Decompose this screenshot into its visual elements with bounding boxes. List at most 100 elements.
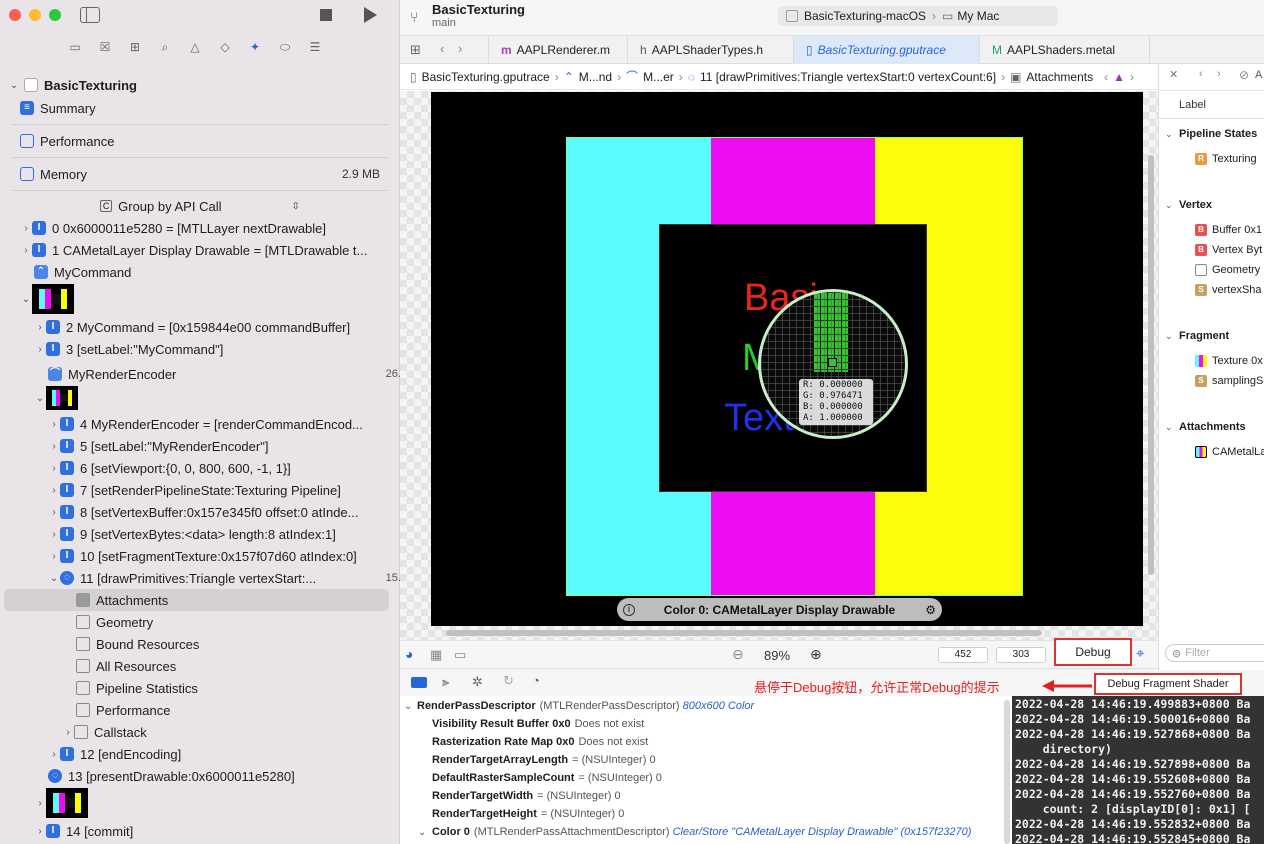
forward-icon[interactable]: ›: [1217, 68, 1221, 80]
api-call-row[interactable]: › I 5 [setLabel:"MyRenderEncoder"]: [48, 435, 448, 457]
console-output[interactable]: 2022-04-28 14:46:19.499883+0800 Ba 2022-…: [1012, 696, 1264, 844]
pipeline-states-group[interactable]: ⌄ Pipeline States: [1165, 125, 1257, 143]
disclosure-open-icon[interactable]: ⌄: [1165, 200, 1179, 211]
api-call-row[interactable]: › I 3 [setLabel:"MyCommand"]: [34, 338, 434, 360]
grid-icon[interactable]: ⊞: [410, 42, 421, 58]
api-call-row[interactable]: › I 12 [endEncoding]: [48, 743, 448, 765]
disclosure-closed-icon[interactable]: ›: [34, 322, 46, 333]
resource-row[interactable]: B Vertex Byt: [1195, 241, 1262, 259]
fragment-group[interactable]: ⌄ Fragment: [1165, 327, 1229, 345]
disclosure-open-icon[interactable]: ⌄: [1165, 331, 1179, 342]
api-call-row[interactable]: › I 14 [commit]: [34, 820, 434, 842]
debug-button[interactable]: Debug: [1054, 638, 1132, 666]
variable-row[interactable]: ⌄ RenderPassDescriptor (MTLRenderPassDescr…: [404, 697, 754, 715]
api-call-row[interactable]: › I 9 [setVertexBytes:<data> length:8 atIn…: [48, 523, 448, 545]
filter-field[interactable]: ⊜ Filter: [1165, 644, 1264, 662]
disclosure-closed-icon[interactable]: ›: [48, 441, 60, 452]
vertical-scrollbar[interactable]: [1148, 155, 1154, 575]
disclosure-closed-icon[interactable]: ›: [48, 529, 60, 540]
resource-row[interactable]: B Buffer 0x1: [1195, 221, 1262, 239]
details-scrollbar[interactable]: [1004, 700, 1010, 844]
variable-row[interactable]: ⌄ Color 0 (MTLRenderPassAttachmentDescript…: [418, 823, 971, 841]
disclosure-open-icon[interactable]: ⌄: [1165, 422, 1179, 433]
depth-icon[interactable]: ▦: [430, 647, 442, 663]
disclosure-closed-icon[interactable]: ›: [20, 223, 32, 234]
stop-icon[interactable]: [320, 9, 332, 21]
render-encoder-row[interactable]: ⌒MyRenderEncoder26.51 µs: [48, 363, 448, 385]
color-palette-icon[interactable]: ◕: [405, 646, 413, 662]
summary-row[interactable]: ≡ Summary: [20, 97, 420, 119]
zoom-window-button[interactable]: [49, 9, 61, 21]
minimize-window-button[interactable]: [29, 9, 41, 21]
run-icon[interactable]: [364, 7, 377, 23]
breadcrumb-item[interactable]: M...nd: [579, 70, 612, 84]
close-icon[interactable]: ✕: [1169, 68, 1178, 81]
attachment-label-pill[interactable]: i Color 0: CAMetalLayer Display Drawable…: [617, 598, 942, 621]
scheme-selector[interactable]: BasicTexturing-macOS › ▭ My Mac: [778, 6, 1058, 26]
performance-row[interactable]: Performance: [20, 130, 420, 152]
reload-icon[interactable]: ↻: [503, 673, 514, 689]
disclosure-closed-icon[interactable]: ›: [34, 798, 46, 809]
api-call-row[interactable]: › I 0 0x6000011e5280 = [MTLLayer nextDrawa…: [20, 217, 420, 239]
issue-icon[interactable]: △: [180, 40, 210, 60]
variable-row[interactable]: RenderTargetWidth = (NSUInteger) 0: [432, 787, 621, 805]
disclosure-closed-icon[interactable]: ›: [48, 507, 60, 518]
api-call-row[interactable]: › I 10 [setFragmentTexture:0x157f07d60 atI…: [48, 545, 448, 567]
api-call-row[interactable]: › I 8 [setVertexBuffer:0x157e345f0 offset:…: [48, 501, 448, 523]
bug-icon[interactable]: ✲: [472, 674, 483, 690]
api-call-row[interactable]: › I 2 MyCommand = [0x159844e00 commandBuff…: [34, 316, 434, 338]
disclosure-closed-icon[interactable]: ›: [48, 463, 60, 474]
tab-aaplrenderer[interactable]: m AAPLRenderer.m: [488, 36, 628, 64]
report-icon[interactable]: ☰: [300, 40, 330, 60]
variable-row[interactable]: DefaultRasterSampleCount = (NSUInteger) 0: [432, 769, 662, 787]
disclosure-open-icon[interactable]: ⌄: [20, 294, 32, 305]
disclosure-closed-icon[interactable]: ›: [48, 485, 60, 496]
symbol-icon[interactable]: ⊞: [120, 40, 150, 60]
link-icon[interactable]: ⊘: [1239, 68, 1249, 82]
horizontal-scrollbar[interactable]: [446, 630, 1042, 636]
disclosure-closed-icon[interactable]: ›: [34, 826, 46, 837]
breadcrumb-item[interactable]: M...er: [643, 70, 674, 84]
api-call-row[interactable]: › I 4 MyRenderEncoder = [renderCommandEnco…: [48, 413, 448, 435]
disclosure-open-icon[interactable]: ⌄: [34, 393, 46, 404]
draw-call-row[interactable]: ⌄ ◌ 11 [drawPrimitives:Triangle vertexStar…: [48, 567, 448, 589]
sidebar-toggle-icon[interactable]: [80, 7, 100, 23]
vertex-group[interactable]: ⌄ Vertex: [1165, 196, 1212, 214]
disclosure-open-icon[interactable]: ⌄: [418, 827, 432, 838]
tab-aaplshadertypes[interactable]: h AAPLShaderTypes.h: [628, 36, 794, 64]
variable-row[interactable]: RenderTargetHeight = (NSUInteger) 0: [432, 805, 624, 823]
resource-row[interactable]: SsamplingS: [1195, 372, 1263, 390]
disclosure-closed-icon[interactable]: ›: [48, 551, 60, 562]
back-icon[interactable]: ‹: [440, 41, 444, 56]
disclosure-open-icon[interactable]: ⌄: [8, 80, 20, 91]
back-icon[interactable]: ‹: [1199, 68, 1203, 80]
resource-row[interactable]: Texture 0x: [1195, 352, 1263, 370]
disclosure-open-icon[interactable]: ⌄: [1165, 129, 1179, 140]
disclosure-closed-icon[interactable]: ›: [34, 344, 46, 355]
resource-row[interactable]: SvertexSha: [1195, 281, 1262, 299]
settings-gear-icon[interactable]: ⚙: [925, 603, 936, 617]
present-thumbnail-row[interactable]: ›: [34, 787, 434, 819]
variable-row[interactable]: RenderTargetArrayLength = (NSUInteger) 0: [432, 751, 656, 769]
continue-icon[interactable]: ⫸: [442, 674, 449, 690]
test-icon[interactable]: ◇: [210, 40, 240, 60]
pixel-x-field[interactable]: 452: [938, 647, 988, 663]
pixel-y-field[interactable]: 303: [996, 647, 1046, 663]
resource-row[interactable]: Geometry: [1195, 261, 1260, 279]
source-control-icon[interactable]: ☒: [90, 40, 120, 60]
api-call-row[interactable]: › I 7 [setRenderPipelineState:Texturing Pi…: [48, 479, 448, 501]
api-call-row[interactable]: › I 6 [setViewport:{0, 0, 800, 600, -1, 1}…: [48, 457, 448, 479]
breadcrumb-item[interactable]: Attachments: [1026, 70, 1093, 84]
variable-row[interactable]: Rasterization Rate Map 0x0 Does not exist: [432, 733, 648, 751]
trace-root-row[interactable]: ⌄ BasicTexturing: [8, 74, 408, 96]
find-icon[interactable]: ⌕: [150, 40, 180, 60]
warning-icon[interactable]: ▲: [1113, 70, 1125, 84]
prev-issue-icon[interactable]: ‹: [1104, 70, 1108, 84]
breadcrumb-item[interactable]: BasicTexturing.gputrace: [422, 70, 550, 84]
close-window-button[interactable]: [9, 9, 21, 21]
memory-row[interactable]: Memory 2.9 MB: [20, 163, 420, 185]
disclosure-open-icon[interactable]: ⌄: [404, 701, 417, 712]
api-call-row[interactable]: › I 1 CAMetalLayer Display Drawable = [MTL…: [20, 239, 420, 261]
forward-icon[interactable]: ›: [458, 41, 462, 56]
attachments-row[interactable]: Attachments: [4, 589, 389, 611]
